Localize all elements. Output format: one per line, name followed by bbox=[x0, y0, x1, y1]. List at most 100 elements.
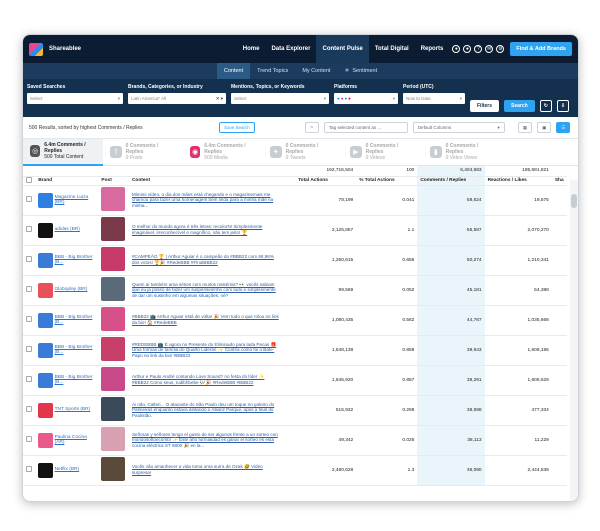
row-checkbox[interactable] bbox=[26, 196, 32, 202]
table-scrollbar[interactable] bbox=[570, 180, 578, 501]
search-button[interactable]: Search bbox=[504, 100, 535, 112]
row-checkbox[interactable] bbox=[26, 376, 32, 382]
row-checkbox[interactable] bbox=[26, 346, 32, 352]
list-view-icon[interactable]: ▦ bbox=[517, 122, 533, 133]
tab-content[interactable]: Content bbox=[216, 63, 251, 79]
saved-searches-select[interactable]: Select ▾ bbox=[27, 93, 123, 104]
content-text[interactable]: #BBB22 📺 Arthur Aguiar está de volta! 🎉 … bbox=[132, 314, 282, 325]
grid-view-icon[interactable]: ▣ bbox=[537, 122, 552, 133]
platform-tab-twitter[interactable]: ✦ 0 Comments / Replies 0 Tweets bbox=[263, 139, 343, 166]
scroll-thumb[interactable] bbox=[571, 194, 577, 208]
row-checkbox[interactable] bbox=[26, 226, 32, 232]
post-thumbnail[interactable] bbox=[101, 427, 126, 451]
table-row[interactable]: adidas (BR) O melhor do mundo agora é tr… bbox=[23, 215, 567, 246]
shareablee-logo[interactable] bbox=[29, 42, 43, 56]
col-shares[interactable]: Sha bbox=[551, 176, 567, 186]
download-icon[interactable]: ⇩ bbox=[556, 100, 570, 112]
row-checkbox[interactable] bbox=[26, 286, 32, 292]
settings-icon[interactable]: ⚙ bbox=[496, 45, 505, 53]
platform-tab-youtube[interactable]: ▶ 0 Comments / Replies 0 Videos bbox=[343, 139, 423, 166]
content-text[interactable]: Señoras y señores tengo el gusto de ser … bbox=[132, 432, 282, 449]
brands-select[interactable]: Latin America* All ✕ ▾ bbox=[128, 93, 226, 104]
brand-link[interactable]: Paulina Cocina (AR) bbox=[55, 435, 93, 446]
brand-link[interactable]: BBB - Big Brother (B... bbox=[55, 315, 93, 326]
brand-link[interactable]: Netflix (BR) bbox=[55, 467, 93, 473]
platforms-select[interactable]: ●●●● ▾ bbox=[334, 93, 398, 104]
nav-total-digital[interactable]: Total Digital bbox=[369, 35, 415, 63]
table-row[interactable]: TNT Sports (BR) Ai não, Calleri... O ata… bbox=[23, 395, 567, 426]
clear-icon[interactable]: ✕ ▾ bbox=[216, 96, 223, 102]
col-reactions[interactable]: Reactions / Likes bbox=[484, 176, 552, 186]
post-thumbnail[interactable] bbox=[101, 397, 126, 421]
table-row[interactable]: BBB - Big Brother (B... #CAMPEÃO 🏆 | Art… bbox=[23, 245, 567, 276]
nav-data-explorer[interactable]: Data Explorer bbox=[265, 35, 316, 63]
brand-link[interactable]: BBB - Big Brother (B... bbox=[55, 375, 93, 386]
mentions-select[interactable]: Select ▾ bbox=[231, 93, 329, 104]
tab-sentiment[interactable]: ☀ Sentiment bbox=[337, 63, 384, 79]
col-pct-total[interactable]: % Total Actions bbox=[356, 176, 418, 186]
post-thumbnail[interactable] bbox=[101, 247, 126, 271]
select-all-checkbox[interactable] bbox=[26, 176, 32, 183]
post-thumbnail[interactable] bbox=[101, 307, 126, 331]
col-post[interactable]: Post bbox=[98, 176, 129, 186]
brand-link[interactable]: adidas (BR) bbox=[55, 227, 93, 233]
post-thumbnail[interactable] bbox=[101, 337, 126, 361]
period-select[interactable]: Now to Date ▾ bbox=[403, 93, 465, 104]
post-thumbnail[interactable] bbox=[101, 457, 126, 481]
table-row[interactable]: Paulina Cocina (AR) Señoras y señores te… bbox=[23, 425, 567, 456]
tag-icon[interactable]: ⚑ bbox=[304, 122, 319, 133]
platform-tab-instagram[interactable]: ◉ 6.4m Comments / Replies 500 Media bbox=[183, 139, 263, 166]
mail-icon[interactable]: ✉ bbox=[485, 45, 494, 53]
table-row[interactable]: BBB - Big Brother (B... #REDEBBB 📺 É ago… bbox=[23, 335, 567, 366]
table-view-icon[interactable]: ☰ bbox=[556, 122, 571, 133]
tab-trend-topics[interactable]: Trend Topics bbox=[250, 63, 295, 79]
content-text[interactable]: Vocês vão amanhecer a vida toma uma surr… bbox=[132, 464, 282, 475]
notification-icon[interactable]: ● bbox=[452, 45, 461, 53]
table-row[interactable]: Magazine Luiza (BR) Mimimi vídeo, o dia … bbox=[23, 185, 567, 216]
find-add-brands-button[interactable]: Find & Add Brands bbox=[510, 42, 572, 56]
platform-tab-facebook[interactable]: f0 Comments / Replies 0 Posts bbox=[103, 139, 183, 166]
brand-link[interactable]: TNT Sports (BR) bbox=[55, 407, 93, 413]
user-icon[interactable]: ● bbox=[463, 45, 472, 53]
content-text[interactable]: Quem aí também ama séries com muitos mis… bbox=[132, 282, 282, 299]
row-checkbox[interactable] bbox=[26, 466, 32, 472]
col-total-actions[interactable]: Total Actions bbox=[295, 176, 357, 186]
post-thumbnail[interactable] bbox=[101, 367, 126, 391]
table-row[interactable]: Netflix (BR) Vocês vão amanhecer a vida … bbox=[23, 455, 567, 486]
col-content[interactable]: Content bbox=[128, 176, 296, 186]
row-checkbox[interactable] bbox=[26, 256, 32, 262]
filters-button[interactable]: Filters bbox=[470, 100, 500, 112]
columns-select[interactable]: Default Columns ▾ bbox=[412, 122, 505, 133]
table-row[interactable]: BBB - Big Brother (B... Arthur e Paulo A… bbox=[23, 365, 567, 396]
refresh-icon[interactable]: ↻ bbox=[539, 100, 552, 112]
post-thumbnail[interactable] bbox=[101, 217, 126, 241]
tag-select[interactable]: Tag selected content as ... bbox=[323, 122, 408, 133]
table-row[interactable]: BBB - Big Brother (B... #BBB22 📺 Arthur … bbox=[23, 305, 567, 336]
table-row[interactable]: Globoplay (BR) Quem aí também ama séries… bbox=[23, 275, 567, 306]
row-checkbox[interactable] bbox=[26, 316, 32, 322]
nav-reports[interactable]: Reports bbox=[415, 35, 450, 63]
platform-tab-all[interactable]: ◎ 6.4m Comments / Replies 500 Total Conten… bbox=[23, 138, 103, 166]
platform-tab-twitch[interactable]: ▮ 0 Comments / Replies 0 Video Views bbox=[423, 139, 503, 166]
content-text[interactable]: Mimimi vídeo, o dia dos mães está chegan… bbox=[132, 192, 282, 209]
post-thumbnail[interactable] bbox=[101, 187, 126, 211]
content-text[interactable]: Ai não, Calleri... O atacante do São Pau… bbox=[132, 402, 282, 419]
brand-link[interactable]: BBB - Big Brother (B... bbox=[55, 345, 93, 356]
nav-home[interactable]: Home bbox=[237, 35, 266, 63]
brand-link[interactable]: BBB - Big Brother (B... bbox=[55, 255, 93, 266]
help-icon[interactable]: ? bbox=[474, 45, 483, 53]
content-text[interactable]: Arthur e Paulo André contando Love Sound… bbox=[132, 374, 282, 385]
row-checkbox[interactable] bbox=[26, 436, 32, 442]
content-text[interactable]: #CAMPEÃO 🏆 | Arthur Aguiar é o campeão d… bbox=[132, 254, 282, 265]
tab-my-content[interactable]: My Content bbox=[295, 63, 337, 79]
post-thumbnail[interactable] bbox=[101, 277, 126, 301]
nav-content-pulse[interactable]: Content Pulse bbox=[316, 35, 369, 63]
save-search-button[interactable]: Save Search bbox=[219, 122, 255, 133]
content-text[interactable]: O melhor do mundo agora é três letras: r… bbox=[132, 224, 282, 235]
brand-link[interactable]: Globoplay (BR) bbox=[55, 287, 93, 293]
row-checkbox[interactable] bbox=[26, 406, 32, 412]
brand-link[interactable]: Magazine Luiza (BR) bbox=[55, 195, 93, 206]
col-comments[interactable]: Comments / Replies bbox=[417, 176, 485, 186]
col-brand[interactable]: Brand bbox=[35, 176, 99, 186]
content-text[interactable]: #REDEBBB 📺 É agora no Presente do Elimin… bbox=[132, 342, 282, 359]
